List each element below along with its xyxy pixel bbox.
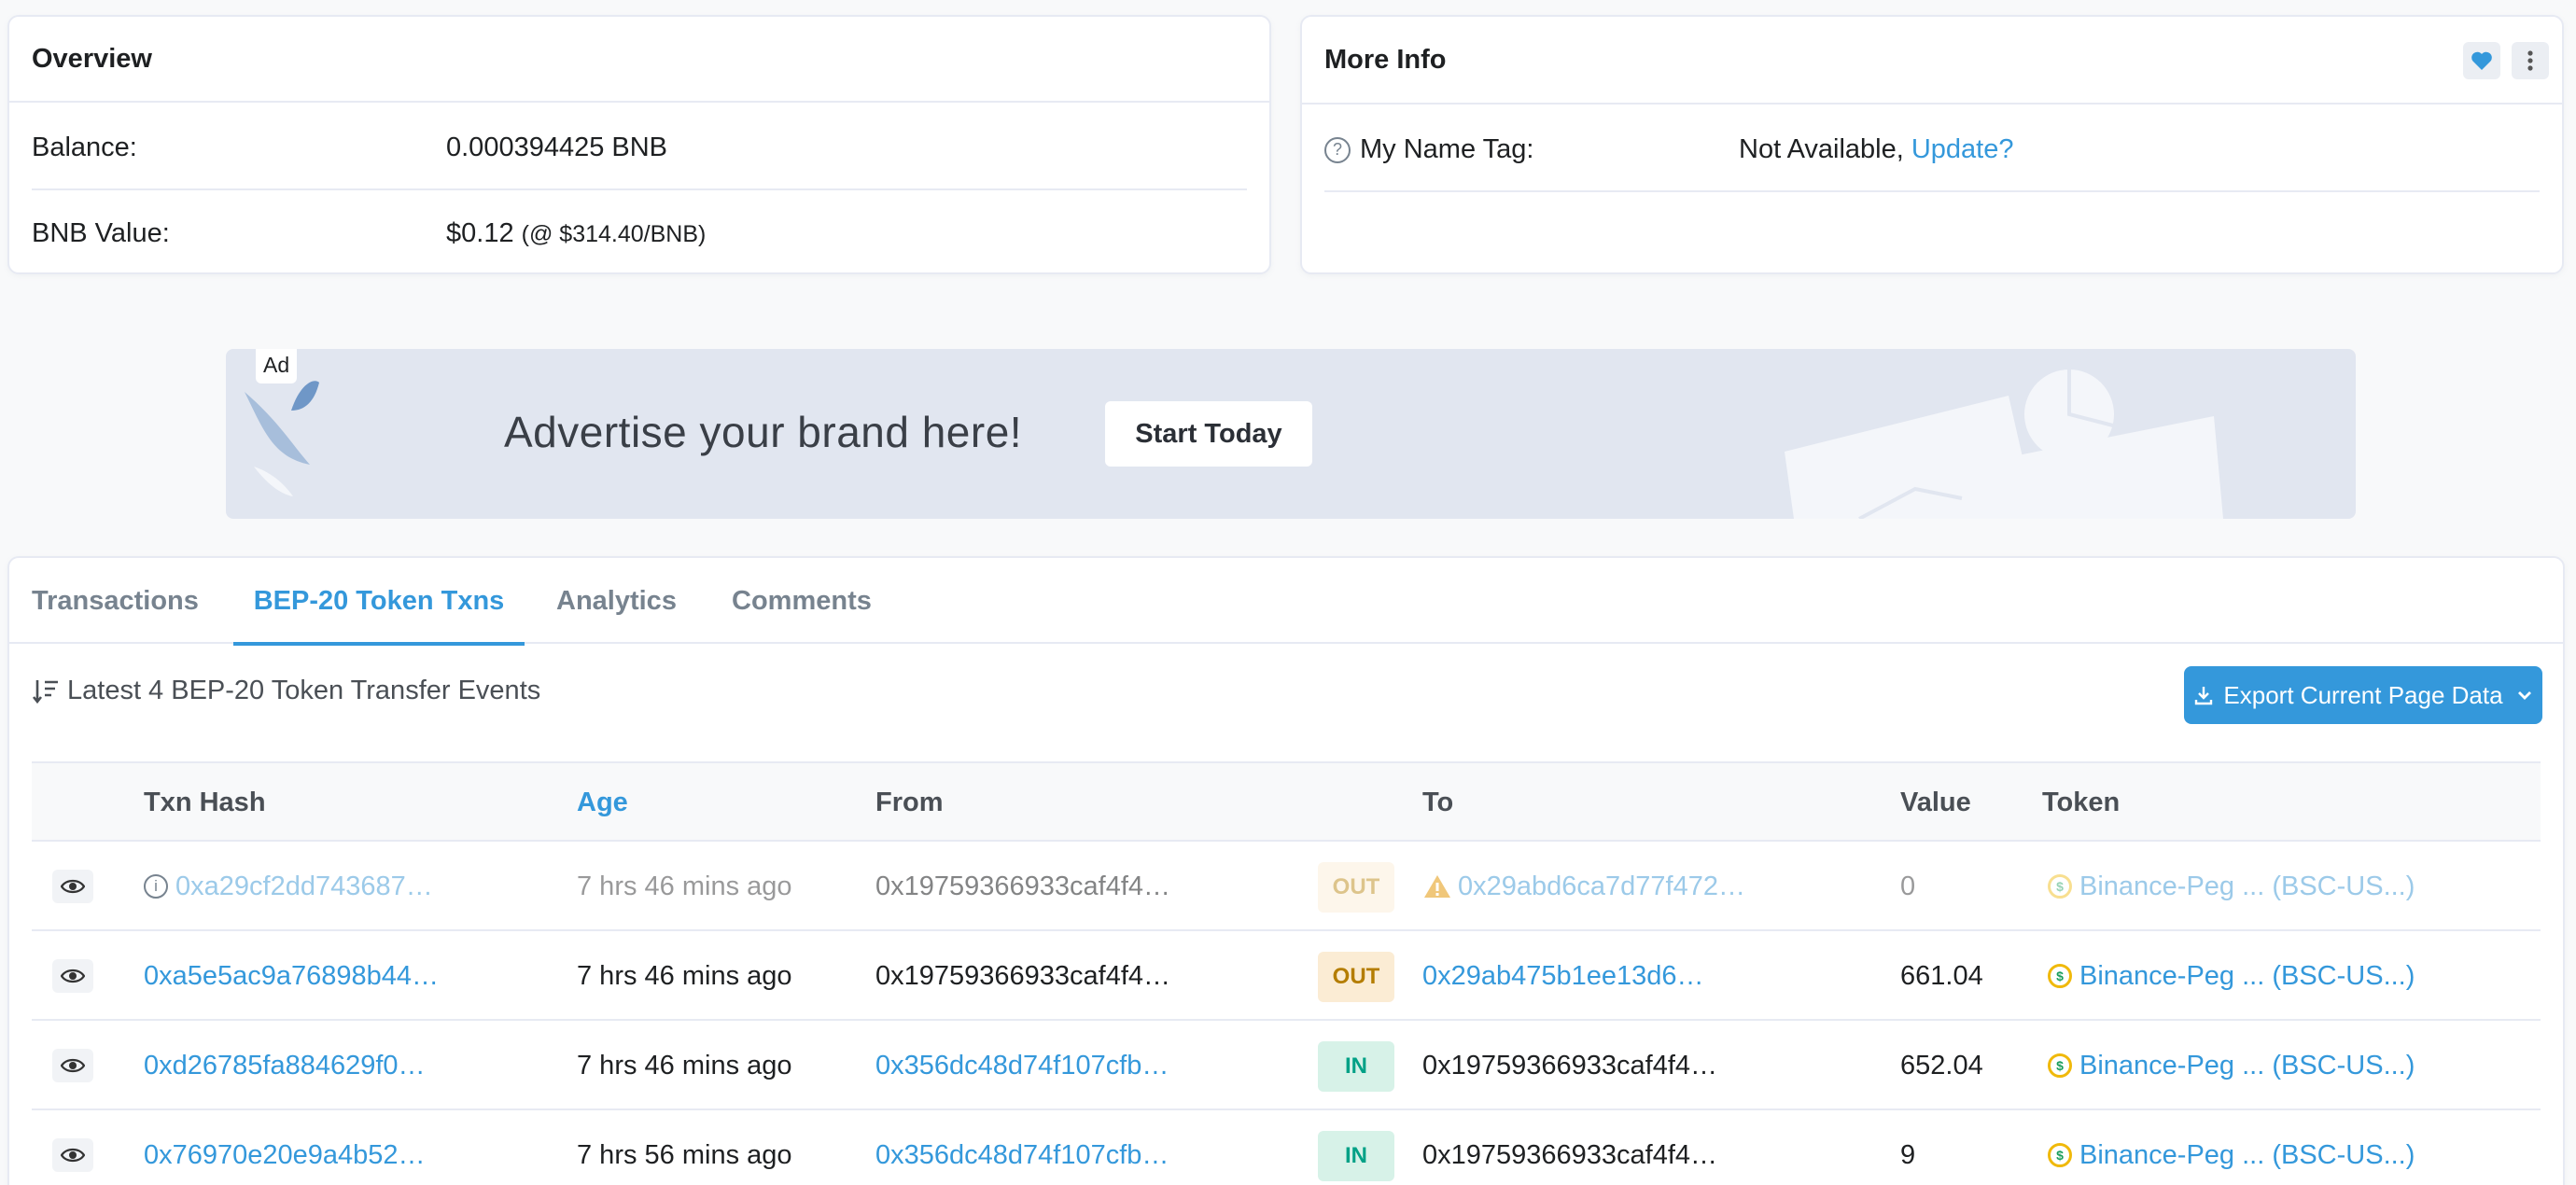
token-logo-icon: $: [2048, 964, 2072, 988]
txn-hash-link[interactable]: 0x76970e20e9a4b52…: [144, 1140, 426, 1171]
ad-banner[interactable]: Ad Advertise your brand here! Start Toda…: [226, 349, 2356, 519]
table-row: 0xd26785fa884629f0… 7 hrs 46 mins ago 0x…: [32, 1021, 2541, 1110]
balance-value: 0.000394425 BNB: [446, 132, 668, 162]
from-address: 0x19759366933caf4f4…: [875, 871, 1171, 901]
name-tag-value-row: Not Available, Update?: [1739, 134, 2013, 165]
col-txn-hash: Txn Hash: [144, 787, 266, 817]
from-address-link[interactable]: 0x356dc48d74f107cfb…: [875, 1140, 1169, 1171]
to-address: 0x19759366933caf4f4…: [1422, 1050, 1718, 1080]
view-details-eye-icon[interactable]: [52, 1138, 93, 1172]
bnb-value-amount: $0.12: [446, 218, 514, 248]
bnb-value-label: BNB Value:: [32, 218, 170, 248]
txn-hash-link[interactable]: 0xd26785fa884629f0…: [144, 1051, 426, 1081]
sort-icon: [32, 679, 58, 704]
col-to: To: [1422, 787, 1454, 817]
name-tag-row: ? My Name Tag:: [1324, 134, 1533, 165]
direction-badge: IN: [1318, 1041, 1394, 1092]
view-details-eye-icon[interactable]: [52, 1049, 93, 1082]
name-tag-value: Not Available,: [1739, 134, 1904, 164]
col-age[interactable]: Age: [577, 763, 628, 842]
token-logo-icon: $: [2048, 1143, 2072, 1167]
col-from: From: [875, 787, 944, 817]
txn-hash-link[interactable]: 0xa5e5ac9a76898b44…: [144, 961, 439, 992]
info-circle-icon: i: [144, 874, 168, 899]
tab-comments[interactable]: Comments: [732, 558, 872, 644]
download-icon: [2195, 687, 2213, 705]
value-cell: 9: [1900, 1139, 1916, 1170]
token-link[interactable]: Binance-Peg ... (BSC-US...): [2079, 961, 2415, 992]
token-link[interactable]: Binance-Peg ... (BSC-US...): [2079, 871, 2415, 902]
tab-transactions[interactable]: Transactions: [32, 558, 199, 644]
overview-header: Overview: [9, 17, 1269, 103]
events-summary-text: Latest 4 BEP-20 Token Transfer Events: [67, 676, 541, 705]
direction-badge: OUT: [1318, 862, 1394, 913]
token-transfers-table: Txn Hash Age From To Value Token i 0xa29…: [32, 761, 2541, 1185]
overview-card: Overview Balance: 0.000394425 BNB BNB Va…: [7, 15, 1271, 274]
age-cell: 7 hrs 46 mins ago: [577, 1050, 792, 1080]
table-row: 0xa5e5ac9a76898b44… 7 hrs 46 mins ago 0x…: [32, 931, 2541, 1021]
tab-bep20-token-txns[interactable]: BEP-20 Token Txns: [233, 558, 525, 646]
view-details-eye-icon[interactable]: [52, 959, 93, 993]
direction-badge: OUT: [1318, 952, 1394, 1002]
transactions-card: Transactions BEP-20 Token Txns Analytics…: [7, 556, 2565, 1185]
value-cell: 0: [1900, 871, 1916, 901]
more-info-title: More Info: [1324, 44, 1447, 75]
question-circle-icon: ?: [1324, 136, 1351, 163]
favorite-heart-icon[interactable]: [2463, 42, 2500, 79]
to-address: 0x19759366933caf4f4…: [1422, 1139, 1718, 1170]
to-address-link[interactable]: 0x29abd6ca7d77f472…: [1458, 871, 1745, 902]
col-token: Token: [2042, 787, 2121, 817]
export-current-page-button[interactable]: Export Current Page Data: [2184, 666, 2542, 724]
update-name-tag-link[interactable]: Update?: [1911, 134, 2014, 165]
more-info-header: More Info: [1302, 17, 2562, 105]
bnb-price: (@ $314.40/BNB): [521, 221, 707, 247]
view-details-eye-icon[interactable]: [52, 870, 93, 903]
bnb-value: $0.12 (@ $314.40/BNB): [446, 218, 706, 249]
divider: [1324, 190, 2540, 192]
table-header: Txn Hash Age From To Value Token: [32, 761, 2541, 842]
age-cell: 7 hrs 56 mins ago: [577, 1139, 792, 1170]
active-tab-indicator: [233, 642, 525, 646]
value-cell: 661.04: [1900, 960, 1983, 991]
token-link[interactable]: Binance-Peg ... (BSC-US...): [2079, 1051, 2415, 1081]
txn-hash-link[interactable]: 0xa29cf2dd743687…: [175, 871, 433, 902]
table-row: i 0xa29cf2dd743687… 7 hrs 46 mins ago 0x…: [32, 842, 2541, 931]
divider: [32, 188, 1247, 190]
ad-badge: Ad: [256, 349, 298, 383]
tab-analytics[interactable]: Analytics: [556, 558, 677, 644]
ad-cta-button[interactable]: Start Today: [1105, 401, 1312, 467]
overview-title: Overview: [32, 43, 152, 74]
more-info-card: More Info ? My Name Tag: Not Available, …: [1300, 15, 2564, 274]
from-address: 0x19759366933caf4f4…: [875, 960, 1171, 991]
balance-label: Balance:: [32, 132, 137, 162]
more-options-icon[interactable]: [2512, 42, 2549, 79]
token-logo-icon: $: [2048, 1053, 2072, 1078]
direction-badge: IN: [1318, 1131, 1394, 1181]
token-logo-icon: $: [2048, 874, 2072, 899]
age-cell: 7 hrs 46 mins ago: [577, 960, 792, 991]
events-summary: Latest 4 BEP-20 Token Transfer Events: [32, 676, 540, 706]
value-cell: 652.04: [1900, 1050, 1983, 1080]
age-cell: 7 hrs 46 mins ago: [577, 871, 792, 901]
chevron-down-icon: [2517, 691, 2531, 700]
ad-decorative-graphic: [1785, 369, 2223, 519]
name-tag-label: My Name Tag:: [1360, 134, 1534, 164]
ad-headline: Advertise your brand here!: [504, 408, 1023, 456]
col-value: Value: [1900, 787, 1971, 817]
to-address-link[interactable]: 0x29ab475b1ee13d6…: [1422, 961, 1704, 992]
warning-icon: [1424, 875, 1450, 898]
token-link[interactable]: Binance-Peg ... (BSC-US...): [2079, 1140, 2415, 1171]
table-row: 0x76970e20e9a4b52… 7 hrs 56 mins ago 0x3…: [32, 1110, 2541, 1185]
export-label: Export Current Page Data: [2223, 680, 2503, 709]
tab-bar: Transactions BEP-20 Token Txns Analytics…: [9, 558, 2563, 646]
from-address-link[interactable]: 0x356dc48d74f107cfb…: [875, 1051, 1169, 1081]
